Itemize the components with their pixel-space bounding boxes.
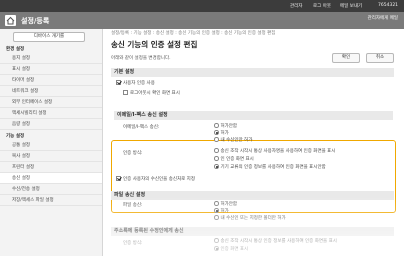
addressbook-section-heading: 주소록에 등록된 수정인에게 송신 [111, 227, 394, 236]
radio-button[interactable] [214, 246, 219, 251]
admin-mail-link[interactable]: 관리자에게 메일 [340, 15, 398, 24]
sidebar-item-store[interactable]: 저장/액세스 파일 설정 [0, 195, 102, 206]
sidebar-item-volume[interactable]: 음량 설정 [0, 119, 102, 130]
option-label: 내 수신인만 허가 [220, 138, 253, 143]
sidebar-item-timer[interactable]: 타이머 설정 [0, 75, 102, 86]
sidebar-item-receive[interactable]: 수신/전송 설정 [0, 184, 102, 195]
option-label: 인증 화면 표시 [220, 247, 249, 252]
sidebar-item-printer[interactable]: 프린터 설정 [0, 162, 102, 173]
home-icon[interactable] [5, 15, 16, 26]
sidebar: 디바이스 개기를 환경 설정 용지 설정 표시 설정 타이머 설정 네트워크 설… [0, 29, 103, 256]
file-section-heading: 파일 송신 설정 [111, 191, 394, 200]
device-code: 7654321 [378, 3, 399, 8]
app-title: 설정/등록 [21, 17, 50, 25]
email-send-option-allow[interactable]: 허가 [214, 130, 229, 136]
option-label: 송신 조작 시작시 통상 사용자명을 사용하여 인증 화면을 표시 [220, 149, 336, 154]
use-auth-row[interactable]: 사용자 인증 사용 [116, 80, 155, 86]
email-send-option-own[interactable]: 내 수신인만 허가 [214, 137, 252, 143]
radio-button[interactable] [214, 123, 219, 128]
logout-confirm-row[interactable]: 로그아웃시 확인 화면 표시 [123, 90, 180, 96]
addressbook-option-1[interactable]: 송신 조작 시작시 통상 인증 정보를 사용하여 인증 화면을 표시 [214, 238, 337, 244]
radio-button[interactable] [214, 156, 219, 161]
email-fax-section-heading: 이메일/I-팩스 송신 설정 [114, 111, 393, 120]
file-send-label: 파일 송신: [123, 203, 143, 208]
auth-option-2[interactable]: 인 인증 화면 표시 [214, 156, 254, 162]
sidebar-item-display[interactable]: 표시 설정 [0, 64, 102, 75]
option-label: 허가 [220, 131, 229, 136]
radio-button[interactable] [214, 164, 219, 169]
radio-button[interactable] [214, 215, 219, 220]
allow-own-dest-label: 인증 사용자의 수신인을 송신처로 지정 [123, 177, 195, 182]
sidebar-group-heading: 환경 설정 [6, 47, 25, 52]
option-label: 기기 교류의 인증 정보를 사용하여 인증 화면을 표시안함 [220, 165, 326, 170]
auth-option-1[interactable]: 송신 조작 시작시 통상 사용자명을 사용하여 인증 화면을 표시 [214, 148, 335, 154]
radio-button[interactable] [214, 148, 219, 153]
radio-button[interactable] [214, 201, 219, 206]
sidebar-item-paper[interactable]: 용지 설정 [0, 53, 102, 64]
file-option-own[interactable]: 내 수신인 또는 지정한 폴더만 허가 [214, 215, 286, 221]
email-send-option-deny[interactable]: 허가안함 [214, 123, 237, 129]
basic-section-heading: 기본 설정 [111, 68, 394, 77]
option-label: 내 수신인 또는 지정한 폴더만 허가 [220, 216, 286, 221]
main-content: 설정/등록 : 기능 설정 : 송신 설정 : 송신 기능의 인증 설정 : 송… [104, 29, 404, 256]
sidebar-item-external[interactable]: 외부 인터페이스 설정 [0, 97, 102, 108]
option-label: 허가안함 [220, 124, 238, 129]
allow-own-dest-checkbox[interactable] [116, 176, 121, 181]
sidebar-item-copy[interactable]: 복사 설정 [0, 151, 102, 162]
cancel-button[interactable]: 취소 [366, 53, 394, 63]
user-label: 관리자 [290, 4, 303, 9]
device-management-button[interactable]: 디바이스 개기를 [13, 32, 85, 42]
option-label: 허가안함 [220, 202, 238, 207]
option-label: 송신 조작 시작시 통상 인증 정보를 사용하여 인증 화면을 표시 [220, 239, 337, 244]
file-option-allow[interactable]: 허가 [214, 208, 229, 214]
sidebar-item-common[interactable]: 공통 설정 [0, 140, 102, 151]
sidebar-item-accessibility[interactable]: 액세시빌리티 설정 [0, 108, 102, 119]
use-auth-label: 사용자 인증 사용 [123, 81, 155, 86]
hint-text: 아래와 같이 설정을 변경합니다. [111, 56, 171, 61]
sidebar-item-send[interactable]: 송신 설정 [0, 173, 102, 184]
radio-button[interactable] [214, 130, 219, 135]
sidebar-item-network[interactable]: 네트워크 설정 [0, 86, 102, 97]
breadcrumb: 설정/등록 : 기능 설정 : 송신 설정 : 송신 기능의 인증 설정 : 송… [111, 31, 276, 36]
addressbook-option-2[interactable]: 인증 화면 표시 [214, 246, 248, 252]
radio-button[interactable] [214, 137, 219, 142]
allow-own-dest-row[interactable]: 인증 사용자의 수신인을 송신처로 지정 [116, 176, 195, 182]
radio-button[interactable] [214, 238, 219, 243]
option-label: 허가 [220, 209, 229, 214]
use-auth-checkbox[interactable] [116, 80, 121, 85]
top-bar: 관리자 로그 아웃 메일 보내기 7654321 [0, 0, 404, 12]
page-title: 송신 기능의 인증 설정 편집 [111, 40, 198, 49]
email-send-label: 이메일/I-팩스 송신: [123, 125, 160, 130]
auth-option-3[interactable]: 기기 교류의 인증 정보를 사용하여 인증 화면을 표시안함 [214, 164, 326, 170]
addressbook-auth-label: 인증 방식: [123, 241, 143, 246]
mail-link[interactable]: 메일 보내기 [340, 3, 362, 9]
auth-method-label: 인증 방식: [123, 151, 143, 156]
file-option-deny[interactable]: 허가안함 [214, 201, 237, 207]
radio-button[interactable] [214, 208, 219, 213]
logout-confirm-label: 로그아웃시 확인 화면 표시 [130, 91, 180, 96]
title-bar: 설정/등록 관리자에게 메일 [0, 12, 404, 29]
option-label: 인 인증 화면 표시 [220, 157, 254, 162]
logout-confirm-checkbox[interactable] [123, 90, 128, 95]
sidebar-group-heading: 기능 설정 [6, 134, 25, 139]
logout-link[interactable]: 로그 아웃 [313, 3, 331, 9]
ok-button[interactable]: 확인 [332, 53, 360, 63]
